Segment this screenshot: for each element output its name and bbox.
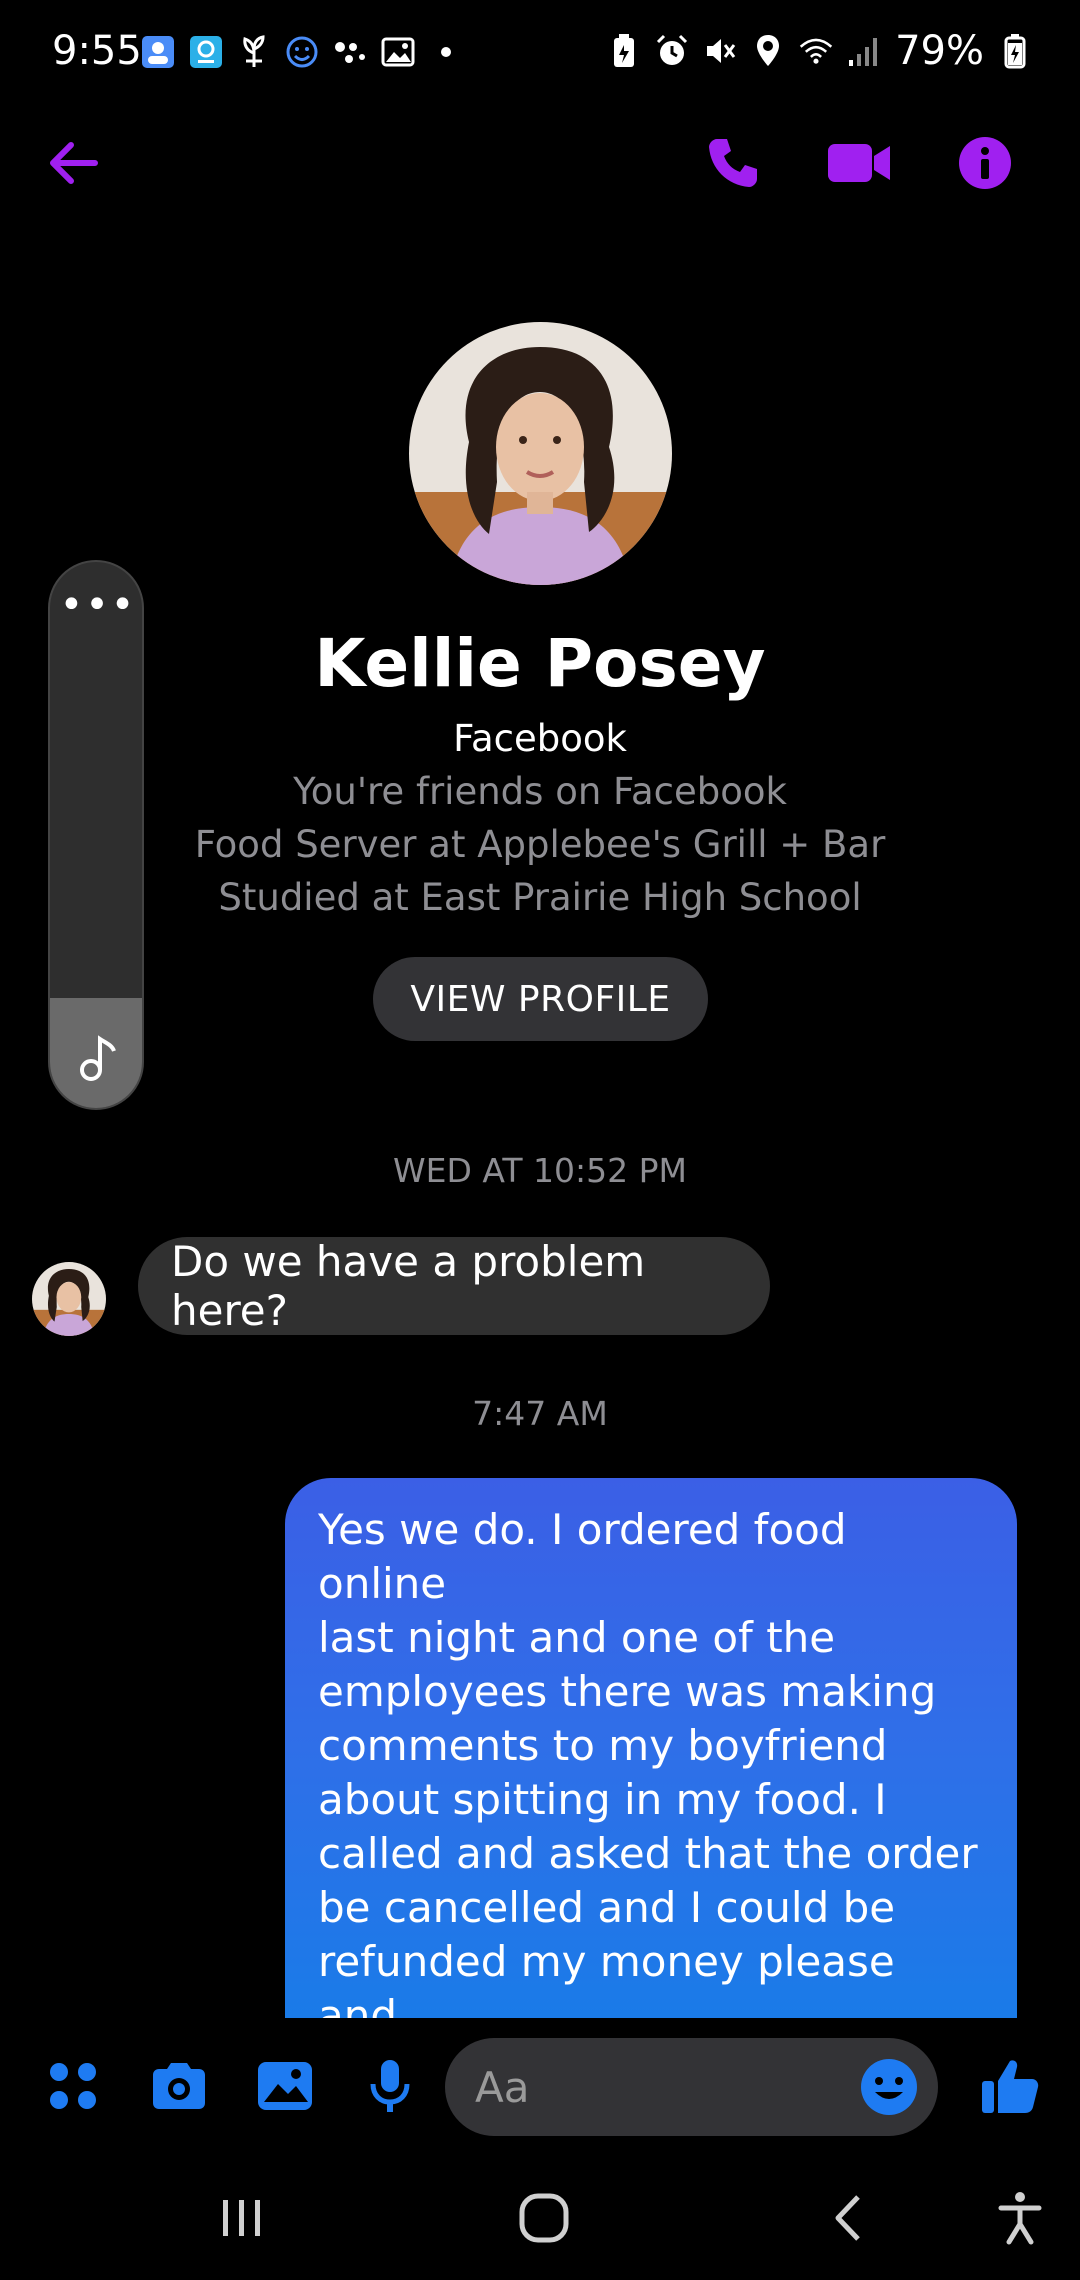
chat-header xyxy=(0,120,1080,210)
outgoing-message-text: Yes we do. I ordered food online last ni… xyxy=(318,1505,978,2018)
message-timestamp: 7:47 AM xyxy=(472,1394,608,1433)
recent-apps-icon xyxy=(219,2196,265,2244)
sender-avatar[interactable] xyxy=(32,1262,106,1336)
status-system-icons: 79% xyxy=(607,28,1032,74)
microphone-icon xyxy=(369,2058,411,2118)
profile-source: Facebook xyxy=(453,717,627,760)
recent-apps-button[interactable] xyxy=(202,2185,282,2255)
back-button[interactable] xyxy=(28,120,118,210)
emoji-icon[interactable] xyxy=(858,2056,920,2118)
back-icon xyxy=(830,2193,866,2247)
video-camera-icon xyxy=(826,140,892,190)
status-notification-icons xyxy=(140,34,464,70)
apps-grid-icon xyxy=(47,2060,99,2116)
profile-avatar[interactable] xyxy=(409,322,672,585)
profile-friends-line: You're friends on Facebook xyxy=(293,770,787,813)
voice-call-button[interactable] xyxy=(688,120,778,210)
incoming-message[interactable]: Do we have a problem here? xyxy=(138,1237,770,1335)
apps-button[interactable] xyxy=(35,2050,111,2126)
accessibility-icon xyxy=(997,2190,1043,2250)
location-icon xyxy=(751,31,785,71)
status-bar: 9:55 79% xyxy=(0,0,1080,110)
outgoing-message[interactable]: Yes we do. I ordered food online last ni… xyxy=(285,1478,1017,2018)
message-input-container[interactable] xyxy=(445,2038,938,2136)
plant-icon xyxy=(236,34,272,70)
arrow-left-icon xyxy=(45,139,101,191)
system-navigation-bar xyxy=(0,2155,1080,2280)
profile-education-line: Studied at East Prairie High School xyxy=(218,876,862,919)
battery-percent: 79% xyxy=(895,28,984,74)
message-timestamp: WED AT 10:52 PM xyxy=(392,1151,687,1190)
music-note-icon xyxy=(50,1028,142,1088)
volume-panel-menu[interactable]: ••• xyxy=(50,582,142,628)
battery-saver-icon xyxy=(607,31,641,71)
profile-work-line: Food Server at Applebee's Grill + Bar xyxy=(194,823,886,866)
info-icon xyxy=(957,135,1013,195)
message-input[interactable] xyxy=(475,2038,855,2136)
webcam-icon xyxy=(188,34,224,70)
home-button[interactable] xyxy=(504,2185,584,2255)
voice-message-button[interactable] xyxy=(352,2050,428,2126)
video-call-button[interactable] xyxy=(814,120,904,210)
wifi-icon xyxy=(799,31,833,71)
nav-back-button[interactable] xyxy=(808,2185,888,2255)
battery-icon xyxy=(998,31,1032,71)
dots-cluster-icon xyxy=(332,34,368,70)
conversation-info-button[interactable] xyxy=(940,120,1030,210)
smiley-icon xyxy=(284,34,320,70)
signal-icon xyxy=(847,31,881,71)
gallery-button[interactable] xyxy=(247,2050,323,2126)
alarm-icon xyxy=(655,31,689,71)
view-profile-button[interactable]: VIEW PROFILE xyxy=(373,957,708,1041)
camera-icon xyxy=(149,2061,209,2115)
message-composer xyxy=(0,2020,1080,2155)
profile-name: Kellie Posey xyxy=(314,625,766,702)
image-icon xyxy=(380,34,416,70)
like-button[interactable] xyxy=(972,2050,1048,2126)
dot-icon xyxy=(428,34,464,70)
status-time: 9:55 xyxy=(52,28,142,74)
thumbs-up-icon xyxy=(980,2057,1040,2119)
home-icon xyxy=(518,2192,570,2248)
contact-card-icon xyxy=(140,34,176,70)
accessibility-button[interactable] xyxy=(980,2185,1060,2255)
camera-button[interactable] xyxy=(141,2050,217,2126)
mute-icon xyxy=(703,31,737,71)
phone-icon xyxy=(705,135,761,195)
gallery-icon xyxy=(256,2060,314,2116)
